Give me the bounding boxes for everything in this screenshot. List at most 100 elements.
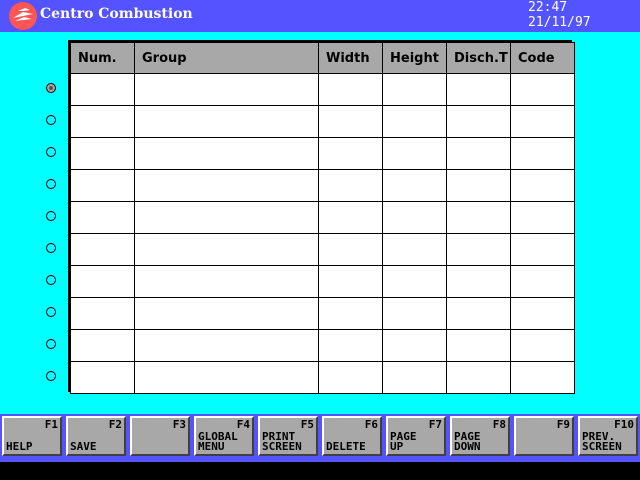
cell-group[interactable] xyxy=(134,73,319,106)
cell-height[interactable] xyxy=(382,361,447,394)
cell-height[interactable] xyxy=(382,169,447,202)
cell-width[interactable] xyxy=(318,297,383,330)
table-row[interactable] xyxy=(70,361,575,394)
cell-height[interactable] xyxy=(382,329,447,362)
cell-disch-t[interactable] xyxy=(446,137,511,170)
cell-code[interactable] xyxy=(510,361,575,394)
cell-num[interactable] xyxy=(70,361,135,394)
table-row[interactable] xyxy=(70,201,575,234)
column-header-height[interactable]: Height xyxy=(382,42,447,74)
cell-width[interactable] xyxy=(318,73,383,106)
cell-group[interactable] xyxy=(134,169,319,202)
function-key-label: SAVE xyxy=(70,440,97,453)
cell-height[interactable] xyxy=(382,201,447,234)
cell-width[interactable] xyxy=(318,105,383,138)
function-key-f3[interactable]: F3 xyxy=(130,416,190,456)
cell-width[interactable] xyxy=(318,201,383,234)
cell-height[interactable] xyxy=(382,297,447,330)
cell-width[interactable] xyxy=(318,233,383,266)
cell-height[interactable] xyxy=(382,265,447,298)
column-header-disch-t[interactable]: Disch.T xyxy=(446,42,511,74)
cell-group[interactable] xyxy=(134,201,319,234)
cell-height[interactable] xyxy=(382,73,447,106)
cell-num[interactable] xyxy=(70,137,135,170)
column-header-group[interactable]: Group xyxy=(134,42,319,74)
row-selector-radio[interactable] xyxy=(46,147,56,157)
cell-disch-t[interactable] xyxy=(446,169,511,202)
table-row[interactable] xyxy=(70,233,575,266)
cell-disch-t[interactable] xyxy=(446,233,511,266)
table-row[interactable] xyxy=(70,73,575,106)
table-row[interactable] xyxy=(70,169,575,202)
cell-disch-t[interactable] xyxy=(446,73,511,106)
table-row[interactable] xyxy=(70,105,575,138)
function-key-f5[interactable]: F5 PRINT SCREEN xyxy=(258,416,318,456)
cell-num[interactable] xyxy=(70,329,135,362)
cell-group[interactable] xyxy=(134,105,319,138)
cell-code[interactable] xyxy=(510,73,575,106)
row-selector-radio[interactable] xyxy=(46,115,56,125)
cell-group[interactable] xyxy=(134,361,319,394)
table-row[interactable] xyxy=(70,137,575,170)
cell-code[interactable] xyxy=(510,169,575,202)
function-key-number: F3 xyxy=(172,418,186,431)
function-key-label: HELP xyxy=(6,440,33,453)
cell-code[interactable] xyxy=(510,105,575,138)
cell-code[interactable] xyxy=(510,233,575,266)
table-row[interactable] xyxy=(70,297,575,330)
cell-width[interactable] xyxy=(318,169,383,202)
column-header-code[interactable]: Code xyxy=(510,42,575,74)
table-row[interactable] xyxy=(70,265,575,298)
cell-code[interactable] xyxy=(510,201,575,234)
cell-group[interactable] xyxy=(134,233,319,266)
cell-disch-t[interactable] xyxy=(446,361,511,394)
row-selector-radio[interactable] xyxy=(46,243,56,253)
column-header-width[interactable]: Width xyxy=(318,42,383,74)
cell-num[interactable] xyxy=(70,169,135,202)
cell-group[interactable] xyxy=(134,329,319,362)
cell-disch-t[interactable] xyxy=(446,329,511,362)
cell-disch-t[interactable] xyxy=(446,201,511,234)
cell-height[interactable] xyxy=(382,105,447,138)
cell-disch-t[interactable] xyxy=(446,297,511,330)
cell-num[interactable] xyxy=(70,297,135,330)
cell-num[interactable] xyxy=(70,233,135,266)
cell-code[interactable] xyxy=(510,329,575,362)
function-key-f10[interactable]: F10 PREV. SCREEN xyxy=(578,416,638,456)
cell-code[interactable] xyxy=(510,265,575,298)
function-key-f4[interactable]: F4 GLOBAL MENU xyxy=(194,416,254,456)
column-header-num[interactable]: Num. xyxy=(70,42,135,74)
function-key-f2[interactable]: F2 SAVE xyxy=(66,416,126,456)
function-key-f9[interactable]: F9 xyxy=(514,416,574,456)
cell-height[interactable] xyxy=(382,137,447,170)
cell-code[interactable] xyxy=(510,297,575,330)
function-key-f8[interactable]: F8 PAGE DOWN xyxy=(450,416,510,456)
function-key-f6[interactable]: F6 DELETE xyxy=(322,416,382,456)
cell-width[interactable] xyxy=(318,137,383,170)
cell-num[interactable] xyxy=(70,201,135,234)
row-selector-radio[interactable] xyxy=(46,307,56,317)
cell-code[interactable] xyxy=(510,137,575,170)
function-key-label: PAGE UP xyxy=(390,430,417,453)
row-selector-radio[interactable] xyxy=(46,339,56,349)
cell-disch-t[interactable] xyxy=(446,105,511,138)
cell-width[interactable] xyxy=(318,329,383,362)
cell-num[interactable] xyxy=(70,73,135,106)
function-key-f1[interactable]: F1 HELP xyxy=(2,416,62,456)
cell-width[interactable] xyxy=(318,361,383,394)
row-selector-radio[interactable] xyxy=(46,211,56,221)
row-selector-radio[interactable] xyxy=(46,275,56,285)
cell-num[interactable] xyxy=(70,105,135,138)
cell-width[interactable] xyxy=(318,265,383,298)
row-selector-radio[interactable] xyxy=(46,83,56,93)
cell-group[interactable] xyxy=(134,297,319,330)
cell-disch-t[interactable] xyxy=(446,265,511,298)
row-selector-radio[interactable] xyxy=(46,179,56,189)
cell-group[interactable] xyxy=(134,137,319,170)
function-key-f7[interactable]: F7 PAGE UP xyxy=(386,416,446,456)
cell-group[interactable] xyxy=(134,265,319,298)
cell-height[interactable] xyxy=(382,233,447,266)
cell-num[interactable] xyxy=(70,265,135,298)
row-selector-radio[interactable] xyxy=(46,371,56,381)
table-row[interactable] xyxy=(70,329,575,362)
